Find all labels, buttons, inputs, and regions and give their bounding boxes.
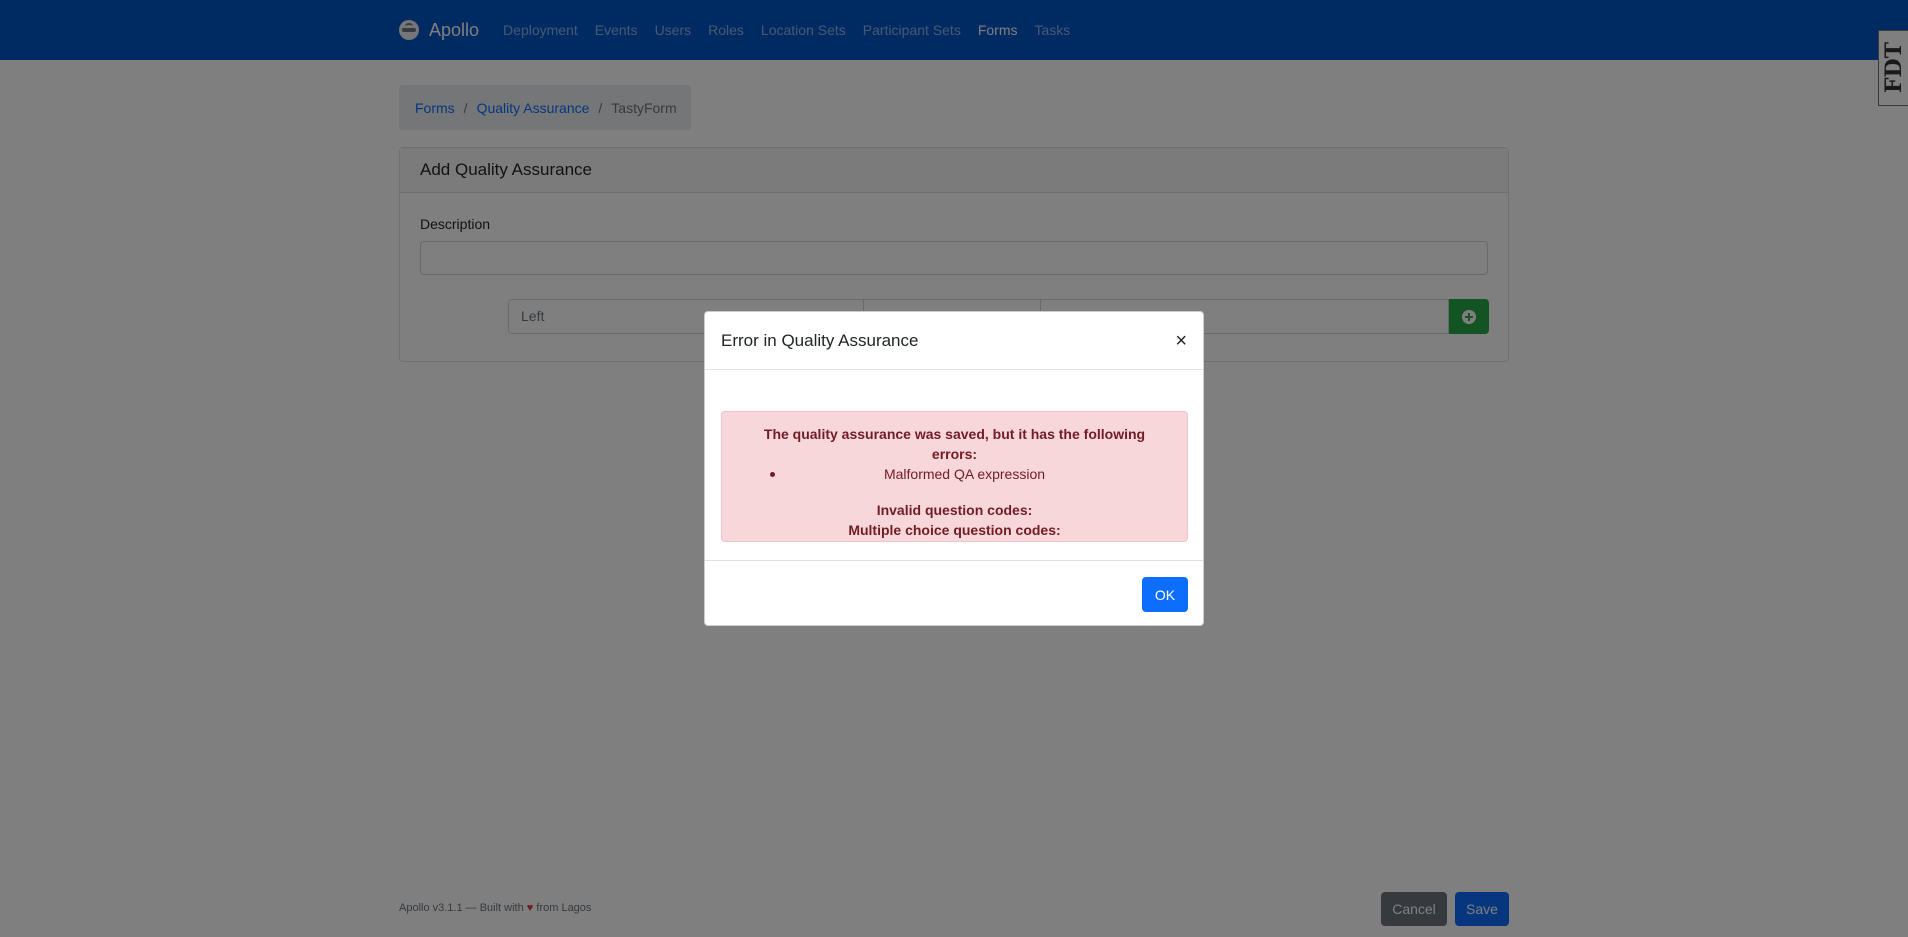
modal-title: Error in Quality Assurance (721, 330, 919, 350)
close-icon[interactable]: × (1175, 331, 1187, 351)
modal-footer (705, 560, 1203, 626)
error-item: Malformed QA expression (722, 464, 1187, 484)
ok-button[interactable]: OK (1142, 577, 1188, 612)
error-alert: The quality assurance was saved, but it … (721, 411, 1188, 542)
modal-header: Error in Quality Assurance × (705, 312, 1203, 370)
alert-title: The quality assurance was saved, but it … (763, 426, 1146, 462)
multiple-choice-codes-label: Multiple choice question codes: (848, 522, 1061, 538)
error-modal: Error in Quality Assurance × The quality… (704, 311, 1204, 626)
invalid-codes-label: Invalid question codes: (876, 502, 1033, 518)
error-list: Malformed QA expression (722, 464, 1187, 484)
